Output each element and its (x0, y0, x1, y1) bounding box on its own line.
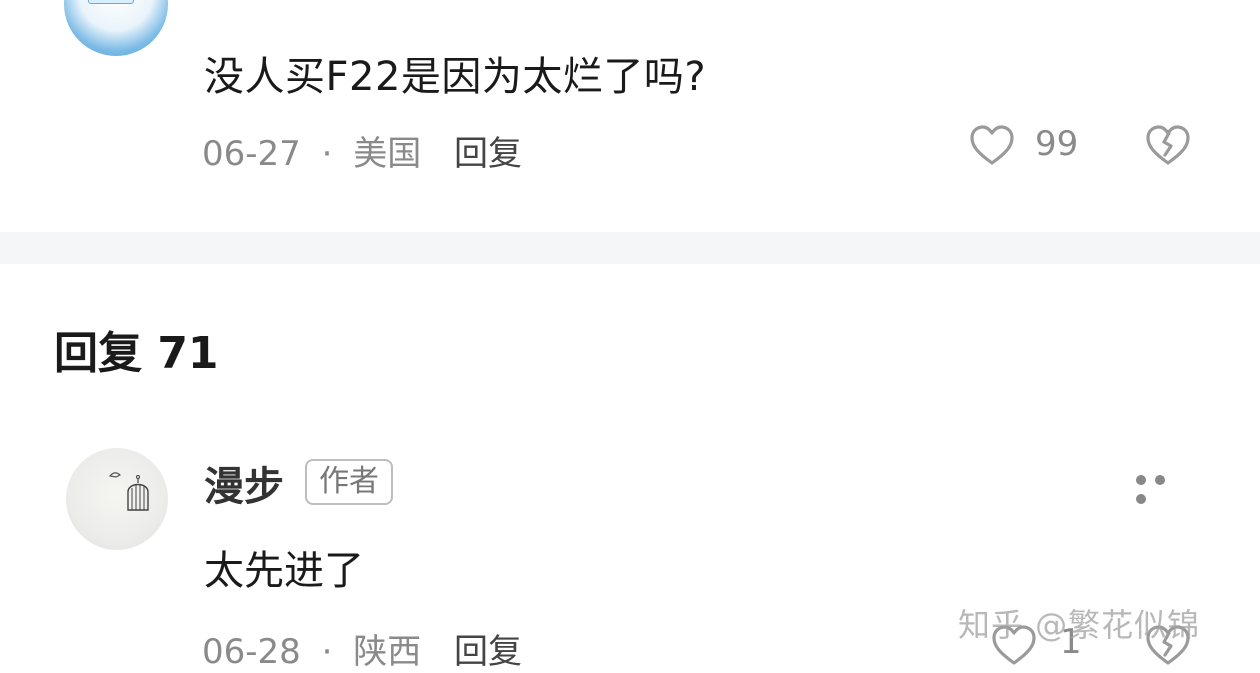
author-badge: 作者 (305, 459, 393, 505)
username-reply-comment[interactable]: 漫步 (204, 454, 284, 512)
meta-separator: · (321, 134, 333, 174)
section-divider (0, 232, 1260, 264)
comment-meta-top: 06-27 · 美国 回复 (202, 126, 522, 175)
comment-text-reply: 太先进了 (204, 548, 364, 594)
comment-location: 陕西 (353, 632, 422, 672)
comment-text-top: 没人买F22是因为太烂了吗? (204, 54, 707, 100)
birdcage-illustration (108, 472, 149, 511)
broken-heart-icon[interactable] (1144, 122, 1192, 170)
watermark: 知乎 @繁花似锦 (958, 606, 1201, 644)
replies-count-header: 回复 71 (54, 328, 219, 379)
like-heart-icon[interactable] (968, 122, 1016, 170)
comment-location: 美国 (353, 134, 422, 174)
reply-button-reply[interactable]: 回复 (454, 632, 522, 672)
comment-meta-reply: 06-28 · 陕西 回复 (202, 624, 522, 673)
avatar-top-comment[interactable] (64, 0, 168, 56)
like-count-top: 99 (1035, 124, 1079, 164)
avatar-reply-comment[interactable] (66, 448, 168, 550)
comment-date: 06-28 (202, 632, 301, 672)
avatar-tag (88, 0, 134, 4)
meta-separator: · (321, 632, 333, 672)
reply-button-top[interactable]: 回复 (454, 134, 522, 174)
more-dots-icon[interactable] (1136, 470, 1192, 504)
comment-date: 06-27 (202, 134, 301, 174)
